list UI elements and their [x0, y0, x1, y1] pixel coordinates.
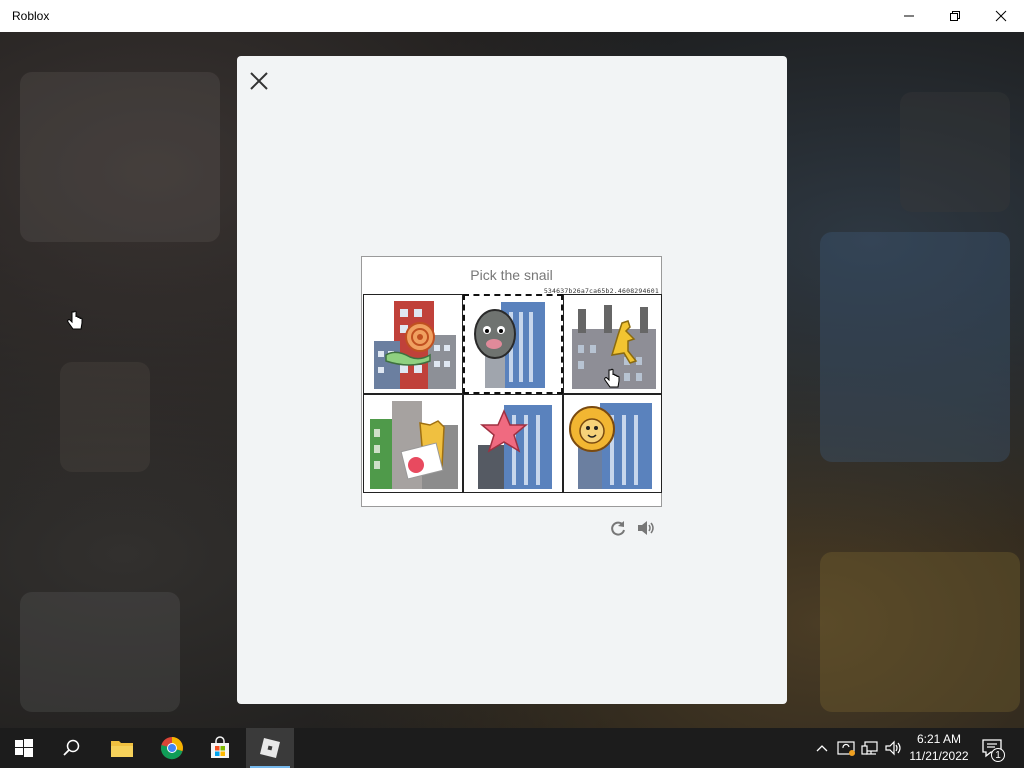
roblox-button[interactable]: [246, 728, 294, 768]
minimize-button[interactable]: [886, 0, 932, 32]
reload-icon[interactable]: [608, 518, 628, 538]
captcha-tile-6[interactable]: [563, 394, 662, 493]
close-icon: [995, 10, 1007, 22]
captcha-tile-5[interactable]: [463, 394, 563, 493]
microsoft-store-button[interactable]: [196, 728, 244, 768]
captcha-tools: [606, 518, 662, 538]
sync-icon: [837, 741, 855, 756]
notification-count-badge: 1: [991, 748, 1005, 762]
network-icon: [861, 741, 878, 755]
file-explorer-icon: [111, 741, 133, 757]
chrome-icon: [160, 737, 183, 760]
minimize-icon: [904, 15, 914, 17]
audio-icon[interactable]: [636, 518, 656, 538]
microsoft-store-icon: [211, 736, 229, 758]
show-hidden-icons-button[interactable]: [812, 738, 832, 758]
sync-tray-button[interactable]: [836, 738, 856, 758]
restore-button[interactable]: [932, 0, 978, 32]
file-explorer-button[interactable]: [98, 728, 146, 768]
restore-icon: [950, 11, 960, 21]
volume-tray-button[interactable]: [884, 738, 904, 758]
clock-time: 6:21 AM: [916, 732, 962, 746]
search-icon: [63, 739, 80, 756]
taskbar-clock[interactable]: 6:21 AM 11/21/2022: [904, 731, 974, 765]
close-window-button[interactable]: [978, 0, 1024, 32]
volume-icon: [885, 740, 901, 756]
hand-cursor-icon: [604, 368, 620, 388]
roblox-icon: [260, 738, 280, 758]
captcha-tile-grid: [363, 294, 662, 493]
creature-building-image: [474, 302, 545, 388]
captcha-tile-2[interactable]: [463, 294, 563, 394]
captcha-prompt: Pick the snail: [470, 267, 553, 283]
snail-building-image: [374, 301, 456, 389]
window-title-bar: Roblox: [0, 0, 1024, 32]
clock-date: 11/21/2022: [909, 749, 969, 763]
chevron-up-icon: [816, 745, 828, 752]
captcha-tile-4[interactable]: [363, 394, 463, 493]
start-icon: [15, 739, 33, 757]
search-button[interactable]: [48, 728, 96, 768]
taskbar: 6:21 AM 11/21/2022 1: [0, 728, 1024, 768]
window-title: Roblox: [12, 9, 50, 23]
captcha-tile-1[interactable]: [363, 294, 463, 394]
start-button[interactable]: [0, 728, 48, 768]
starfish-building-image: [478, 405, 552, 489]
chrome-button[interactable]: [148, 728, 196, 768]
network-tray-button[interactable]: [860, 738, 880, 758]
hand-cursor-icon: [67, 310, 83, 330]
object-building-image: [370, 401, 458, 489]
modal-close-icon[interactable]: [248, 70, 270, 92]
lion-building-image: [569, 403, 652, 489]
